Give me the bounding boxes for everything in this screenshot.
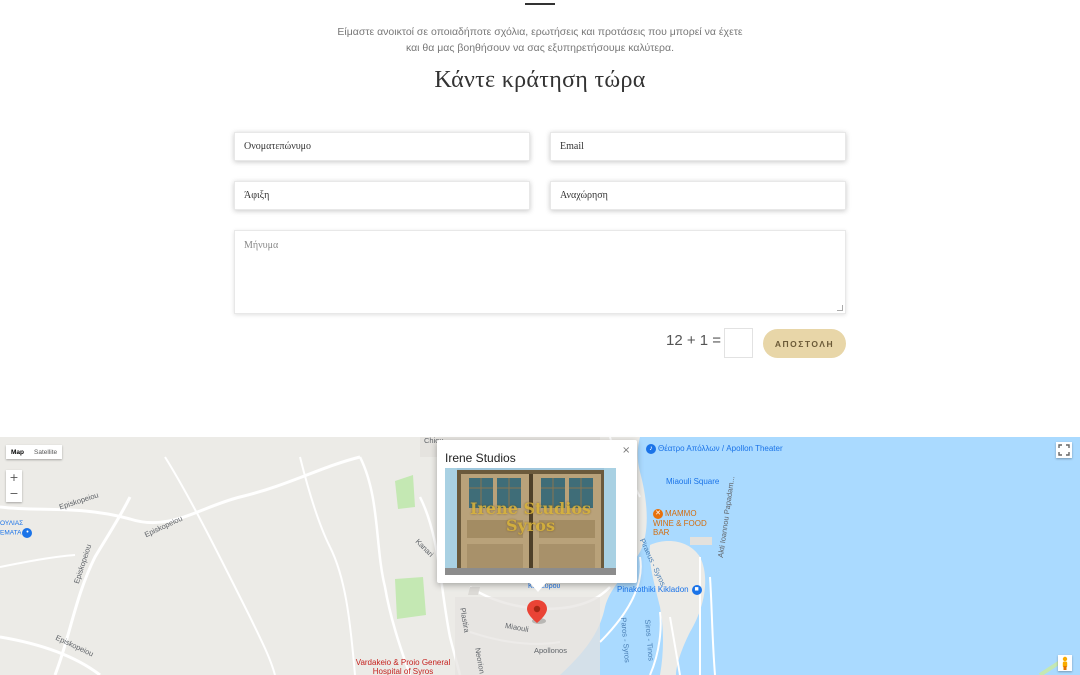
- theater-icon: ♪: [646, 444, 656, 454]
- street-label: Apollonos: [534, 646, 567, 655]
- info-window-title: Irene Studios: [445, 451, 516, 465]
- title-divider: [525, 3, 555, 5]
- poi-mammo[interactable]: ✕ MAMMO WINE & FOOD BAR: [653, 509, 713, 537]
- resize-handle-icon[interactable]: [837, 305, 843, 311]
- zoom-control: + −: [6, 470, 22, 502]
- email-placeholder: Email: [560, 141, 584, 152]
- departure-date-field[interactable]: Αναχώρηση: [550, 181, 846, 210]
- message-placeholder: Μήνυμα: [244, 240, 279, 251]
- email-field[interactable]: Email: [550, 132, 846, 161]
- intro-line-1: Είμαστε ανοικτοί σε οποιαδήποτε σχόλια, …: [337, 26, 743, 38]
- poi-apollon-theater[interactable]: ♪ Θέατρο Απόλλων / Apollon Theater: [646, 444, 783, 454]
- poi-miaouli-square[interactable]: Miaouli Square: [666, 477, 719, 486]
- booking-title: Κάντε κράτηση τώρα: [434, 67, 646, 93]
- map-type-map-button[interactable]: Map: [6, 445, 29, 459]
- fullscreen-button[interactable]: [1056, 442, 1072, 458]
- captcha-question: 12 + 1 =: [666, 332, 722, 349]
- intro-line-2: και θα μας βοηθήσουν να σας εξυπηρετήσου…: [405, 42, 675, 54]
- zoom-in-button[interactable]: +: [6, 470, 22, 486]
- map-type-satellite-button[interactable]: Satellite: [29, 445, 62, 459]
- intro-text: Είμαστε ανοικτοί σε οποιαδήποτε σχόλια, …: [0, 24, 1080, 56]
- captcha-input[interactable]: [724, 328, 753, 358]
- map-type-control: Map Satellite: [6, 445, 63, 459]
- museum-icon: ■: [691, 585, 702, 595]
- close-icon[interactable]: ×: [622, 445, 630, 456]
- poi-left[interactable]: ΟΥΛΙΑΣ ΕΜΑΤΑ •: [0, 519, 40, 538]
- poi-pinakothiki[interactable]: Pinakothiki Kikladon ■: [617, 585, 704, 595]
- restaurant-icon: ✕: [653, 509, 663, 519]
- message-textarea[interactable]: Μήνυμα: [234, 230, 846, 314]
- arrival-placeholder: Άφιξη: [244, 190, 270, 201]
- pegman-icon: [1062, 656, 1068, 670]
- poi-hospital[interactable]: Vardakeio & Proio General Hospital of Sy…: [348, 658, 458, 675]
- departure-placeholder: Αναχώρηση: [560, 190, 608, 201]
- street-view-button[interactable]: [1058, 655, 1072, 671]
- photo-caption: Irene Studios Syros: [470, 499, 591, 535]
- page: Είμαστε ανοικτοί σε οποιαδήποτε σχόλια, …: [0, 0, 1080, 675]
- place-icon: •: [22, 528, 33, 538]
- arrival-date-field[interactable]: Άφιξη: [234, 181, 530, 210]
- zoom-out-button[interactable]: −: [6, 486, 22, 502]
- name-placeholder: Ονοματεπώνυμο: [244, 141, 312, 152]
- map-info-window: Irene Studios × Irene Studios Syros: [437, 440, 637, 592]
- name-field[interactable]: Ονοματεπώνυμο: [234, 132, 530, 161]
- fullscreen-icon: [1058, 444, 1070, 456]
- property-photo[interactable]: Irene Studios Syros: [445, 468, 616, 575]
- submit-button[interactable]: ΑΠΟΣΤΟΛΗ: [763, 329, 846, 358]
- location-marker-icon[interactable]: [527, 600, 551, 626]
